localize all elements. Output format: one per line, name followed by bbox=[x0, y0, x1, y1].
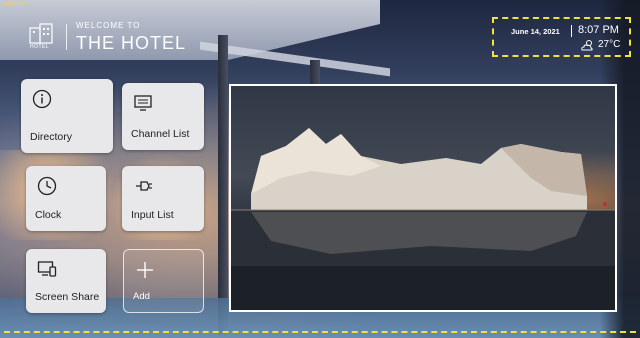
add-tile[interactable]: Add bbox=[123, 249, 204, 313]
screen-share-icon bbox=[37, 261, 57, 277]
info-icon bbox=[32, 89, 52, 109]
header-divider bbox=[66, 24, 67, 50]
hotel-logo: HOTEL bbox=[28, 22, 56, 50]
channel-list-tile[interactable]: Channel List bbox=[122, 83, 204, 150]
status-divider bbox=[571, 25, 572, 37]
hotel-building-icon bbox=[29, 23, 53, 44]
hotel-name: THE HOTEL bbox=[76, 33, 187, 53]
input-plug-icon bbox=[136, 181, 152, 191]
iceberg-image bbox=[231, 128, 615, 310]
clock-icon bbox=[37, 176, 57, 196]
directory-label: Directory bbox=[30, 131, 73, 143]
background-roof bbox=[0, 0, 380, 60]
input-list-label: Input List bbox=[131, 209, 174, 221]
screen-share-label: Screen Share bbox=[35, 291, 100, 303]
corner-label: H0002036 bbox=[4, 2, 29, 8]
plus-icon bbox=[137, 262, 153, 278]
hotel-home-screen: H0002036 HOTEL WELCOME TO THE HOTEL June… bbox=[0, 0, 640, 338]
input-list-tile[interactable]: Input List bbox=[122, 166, 204, 231]
add-label: Add bbox=[133, 291, 150, 302]
tv-preview-window[interactable] bbox=[229, 84, 617, 312]
logo-text: HOTEL bbox=[30, 44, 50, 50]
tv-icon bbox=[134, 95, 152, 111]
background-pillar bbox=[218, 35, 228, 335]
date-text: June 14, 2021 bbox=[511, 27, 560, 36]
focus-highlight-line bbox=[4, 331, 636, 333]
welcome-text: WELCOME TO bbox=[76, 21, 141, 30]
temperature-text: 27°C bbox=[598, 39, 621, 50]
status-widget: June 14, 2021 8:07 PM 27°C bbox=[492, 17, 631, 57]
directory-tile[interactable]: Directory bbox=[21, 79, 113, 153]
channel-list-label: Channel List bbox=[131, 128, 190, 140]
clock-label: Clock bbox=[35, 209, 62, 221]
screen-share-tile[interactable]: Screen Share bbox=[26, 249, 106, 313]
clock-tile[interactable]: Clock bbox=[26, 166, 106, 231]
time-text: 8:07 PM bbox=[578, 24, 619, 36]
partly-cloudy-icon bbox=[581, 40, 593, 51]
